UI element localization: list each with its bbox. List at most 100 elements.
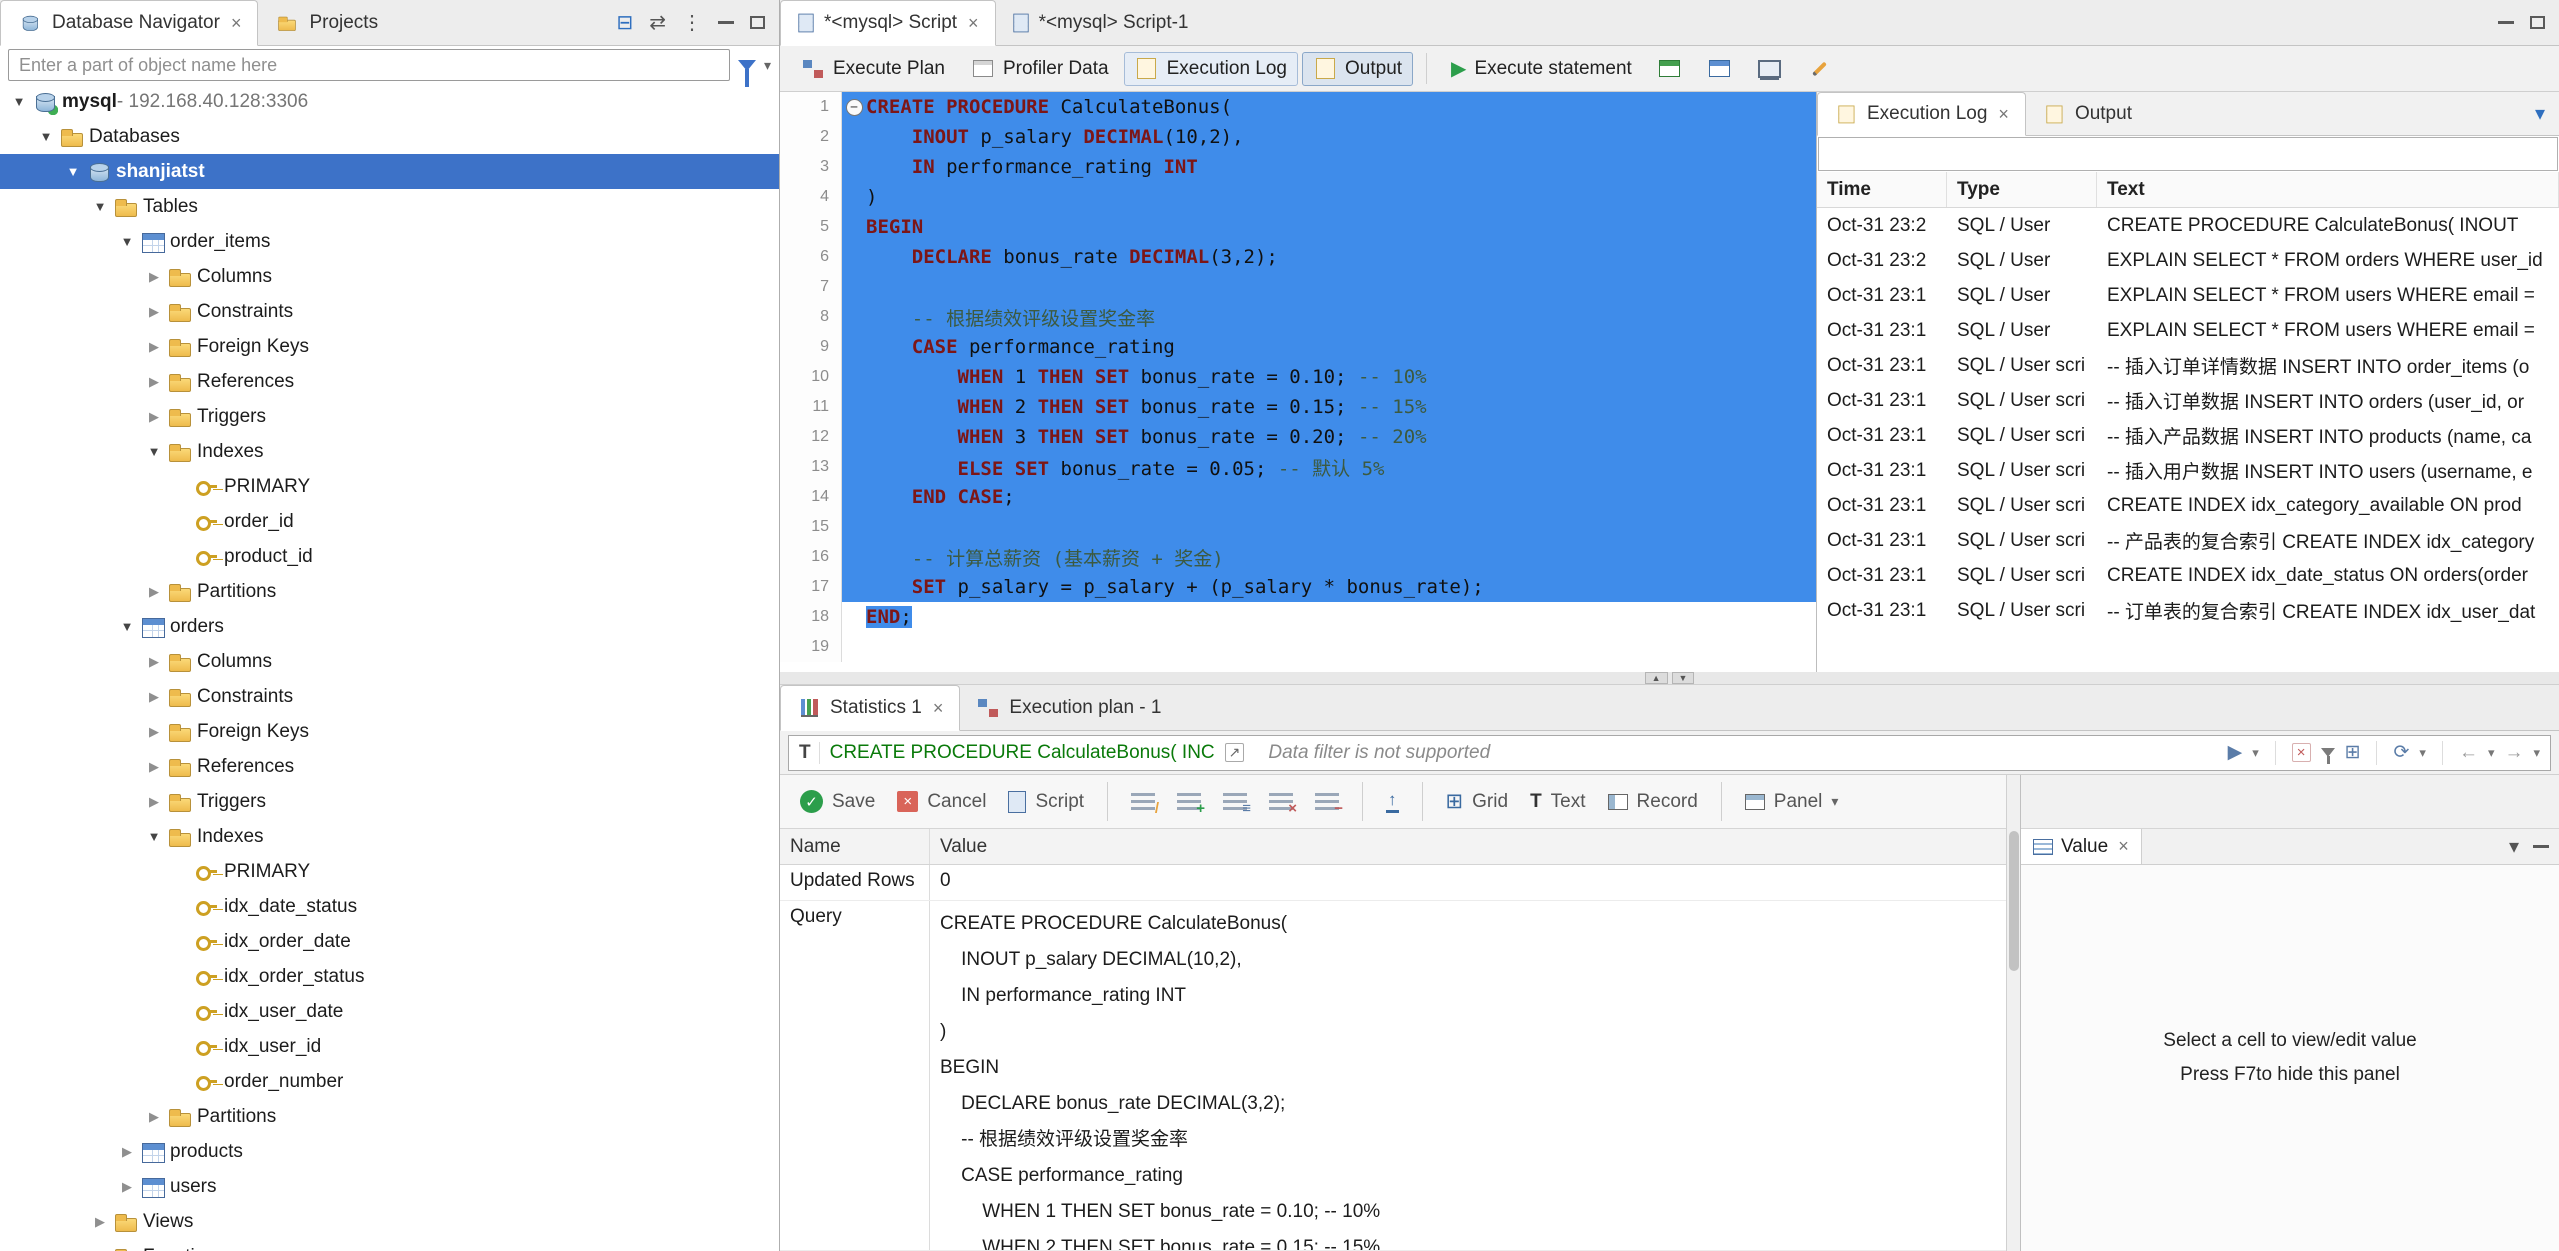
code-line[interactable]: 8 − -- 根据绩效评级设置奖金率 (780, 302, 1816, 332)
tree-expander-icon[interactable] (114, 234, 140, 249)
tree-item[interactable]: Columns (0, 259, 779, 294)
text-view-button[interactable]: T Text (1522, 787, 1593, 817)
tree-expander-icon[interactable] (33, 129, 59, 144)
maximize-icon[interactable] (2530, 16, 2545, 29)
refresh-dropdown-icon[interactable]: ▾ (2419, 745, 2426, 761)
tree-expander-icon[interactable] (141, 1109, 167, 1125)
maximize-icon[interactable] (750, 16, 765, 29)
tab-statistics[interactable]: Statistics 1 × (780, 685, 960, 731)
code-line-body[interactable]: − END CASE; (842, 482, 1816, 512)
tree-item[interactable]: Foreign Keys (0, 714, 779, 749)
tree-expander-icon[interactable] (141, 409, 167, 425)
code-line-body[interactable]: − (842, 272, 1816, 302)
code-line[interactable]: 17 − SET p_salary = p_salary + (p_salary… (780, 572, 1816, 602)
tab-execution-log[interactable]: Execution Log × (1817, 92, 2026, 136)
tree-item[interactable]: PRIMARY (0, 469, 779, 504)
profiler-data-button[interactable]: Profiler Data (960, 52, 1120, 86)
tree-item[interactable]: Columns (0, 644, 779, 679)
inline-edit-button[interactable]: / (1123, 789, 1163, 815)
tree-item[interactable]: Constraints (0, 294, 779, 329)
tree-item[interactable]: idx_date_status (0, 889, 779, 924)
tree-expander-icon[interactable] (141, 829, 167, 844)
format-button[interactable] (1797, 52, 1843, 86)
tree-item[interactable]: order_number (0, 1064, 779, 1099)
column-header-name[interactable]: Name (780, 829, 930, 864)
sash-collapse-up-icon[interactable]: ▲ (1645, 672, 1668, 684)
forward-dropdown-icon[interactable]: ▾ (2533, 745, 2540, 761)
delete-row-button[interactable]: × (1261, 789, 1301, 815)
log-row[interactable]: Oct-31 23:1 SQL / User scri -- 产品表的复合索引 … (1817, 523, 2559, 558)
tree-expander-icon[interactable] (6, 94, 32, 109)
code-line[interactable]: 14 − END CASE; (780, 482, 1816, 512)
log-table-header[interactable]: Time Type Text (1817, 172, 2559, 208)
tree-expander-icon[interactable] (141, 654, 167, 670)
collapse-all-icon[interactable]: ⊟ (616, 10, 633, 35)
tree-item[interactable]: Indexes (0, 434, 779, 469)
tree-expander-icon[interactable] (141, 689, 167, 705)
code-line[interactable]: 18 − END; (780, 602, 1816, 632)
sash-collapse-down-icon[interactable]: ▼ (1672, 672, 1695, 684)
tree-item[interactable]: idx_order_status (0, 959, 779, 994)
tree-item[interactable]: idx_user_id (0, 1029, 779, 1064)
tree-expander-icon[interactable] (87, 199, 113, 214)
tree-item[interactable]: Databases (0, 119, 779, 154)
code-line[interactable]: 2 − INOUT p_salary DECIMAL(10,2), (780, 122, 1816, 152)
code-line-body[interactable]: − (842, 632, 1816, 662)
tree-expander-icon[interactable] (141, 304, 167, 320)
tree-expander-icon[interactable] (114, 1144, 140, 1160)
save-filter-icon[interactable]: ⊞ (2345, 741, 2361, 764)
cell-value[interactable]: 0 (930, 865, 2006, 900)
import-data-button[interactable]: ↑ (1378, 786, 1407, 817)
grid-row-updated-rows[interactable]: Updated Rows 0 (780, 865, 2006, 901)
tree-item[interactable]: Tables (0, 189, 779, 224)
tree-item[interactable]: shanjiatst (0, 154, 779, 189)
tab-output[interactable]: Output (2026, 92, 2148, 135)
chevron-down-icon[interactable]: ▾ (2509, 834, 2519, 859)
tree-item[interactable]: Partitions (0, 574, 779, 609)
back-icon[interactable]: ← (2459, 742, 2478, 764)
tree-item[interactable]: Functions (0, 1239, 779, 1251)
tree-item[interactable]: products (0, 1134, 779, 1169)
code-line-body[interactable]: − WHEN 2 THEN SET bonus_rate = 0.15; -- … (842, 392, 1816, 422)
record-view-button[interactable]: Record (1600, 787, 1706, 817)
code-line[interactable]: 16 − -- 计算总薪资 (基本薪资 + 奖金) (780, 542, 1816, 572)
refresh-icon[interactable]: ⟳ (2393, 741, 2409, 764)
log-row[interactable]: Oct-31 23:1 SQL / User scri CREATE INDEX… (1817, 488, 2559, 523)
close-icon[interactable]: × (229, 13, 242, 34)
chevron-down-icon[interactable]: ▾ (2535, 101, 2545, 126)
expand-filter-icon[interactable]: ↗ (1225, 743, 1245, 762)
minimize-icon[interactable] (718, 21, 734, 24)
log-row[interactable]: Oct-31 23:1 SQL / User scri -- 插入用户数据 IN… (1817, 453, 2559, 488)
close-icon[interactable]: × (931, 698, 944, 719)
forward-icon[interactable]: → (2504, 742, 2523, 764)
apply-filter-icon[interactable]: ▶ (2228, 741, 2243, 764)
tree-expander-icon[interactable] (141, 374, 167, 390)
tree-item[interactable]: Foreign Keys (0, 329, 779, 364)
execute-plan-button[interactable]: Execute Plan (790, 52, 956, 86)
tab-execution-plan[interactable]: Execution plan - 1 (960, 685, 1177, 730)
code-line[interactable]: 11 − WHEN 2 THEN SET bonus_rate = 0.15; … (780, 392, 1816, 422)
tree-expander-icon[interactable] (141, 584, 167, 600)
cell-name[interactable]: Updated Rows (780, 865, 930, 900)
filter-field[interactable]: T CREATE PROCEDURE CalculateBonus( INC ↗… (788, 735, 2551, 771)
log-filter-input[interactable] (1818, 137, 2558, 171)
console-button[interactable] (1747, 52, 1793, 86)
tab-database-navigator[interactable]: Database Navigator × (0, 0, 258, 46)
cancel-button[interactable]: × Cancel (889, 787, 994, 817)
code-line-body[interactable]: − -- 计算总薪资 (基本薪资 + 奖金) (842, 542, 1816, 572)
code-line-body[interactable]: − WHEN 3 THEN SET bonus_rate = 0.20; -- … (842, 422, 1816, 452)
remove-row-button[interactable]: − (1307, 789, 1347, 815)
code-line[interactable]: 5 − BEGIN (780, 212, 1816, 242)
code-line[interactable]: 13 − ELSE SET bonus_rate = 0.05; -- 默认 5… (780, 452, 1816, 482)
log-row[interactable]: Oct-31 23:1 SQL / User scri -- 插入订单详情数据 … (1817, 348, 2559, 383)
execution-log-button[interactable]: Execution Log (1124, 52, 1298, 86)
tree-item[interactable]: users (0, 1169, 779, 1204)
code-line-body[interactable]: − WHEN 1 THEN SET bonus_rate = 0.10; -- … (842, 362, 1816, 392)
tree-item[interactable]: References (0, 749, 779, 784)
code-line-body[interactable]: − SET p_salary = p_salary + (p_salary * … (842, 572, 1816, 602)
code-line-body[interactable]: − BEGIN (842, 212, 1816, 242)
column-header-type[interactable]: Type (1947, 172, 2097, 207)
tree-item[interactable]: idx_order_date (0, 924, 779, 959)
tree-expander-icon[interactable] (87, 1214, 113, 1230)
tree-expander-icon[interactable] (141, 444, 167, 459)
